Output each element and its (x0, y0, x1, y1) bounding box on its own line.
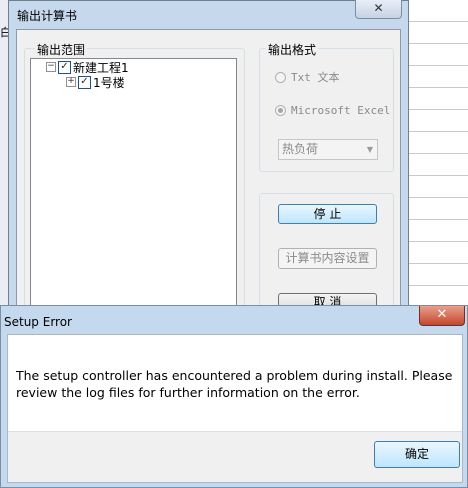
close-icon: ✕ (436, 307, 448, 322)
error-dialog-body: The setup controller has encountered a p… (7, 334, 463, 483)
radio-excel[interactable]: Microsoft Excel (275, 104, 390, 117)
tree-node-project[interactable]: − ✓ 新建工程1 (46, 60, 129, 75)
building-checkbox[interactable]: ✓ (78, 75, 91, 89)
radio-txt[interactable]: Txt 文本 (275, 69, 340, 85)
expand-icon[interactable]: + (66, 77, 76, 87)
load-type-select[interactable]: 热负荷 ▼ (278, 139, 378, 160)
error-message: The setup controller has encountered a p… (16, 368, 453, 400)
radio-button[interactable] (275, 71, 286, 83)
error-close-button[interactable]: ✕ (419, 306, 465, 326)
close-button[interactable]: ✕ (355, 0, 402, 19)
scope-tree[interactable]: − ✓ 新建工程1 + ✓ 1号楼 (30, 58, 237, 308)
tree-node-label: 1号楼 (93, 75, 125, 90)
radio-txt-label: Txt 文本 (291, 71, 340, 84)
collapse-icon[interactable]: − (46, 62, 56, 72)
radio-button[interactable] (275, 105, 286, 116)
select-value: 热负荷 (282, 142, 319, 156)
chevron-down-icon: ▼ (366, 145, 373, 154)
close-icon: ✕ (373, 1, 384, 15)
setup-error-dialog: Setup Error ✕ The setup controller has e… (0, 305, 468, 488)
report-settings-button[interactable]: 计算书内容设置 (278, 248, 377, 269)
project-checkbox[interactable]: ✓ (58, 60, 71, 74)
error-dialog-title: Setup Error (4, 315, 72, 329)
dialog-title: 输出计算书 (17, 9, 78, 23)
radio-excel-label: Microsoft Excel (291, 104, 391, 117)
output-format-label: 输出格式 (266, 41, 319, 58)
stop-button[interactable]: 停 止 (278, 204, 377, 224)
ok-button[interactable]: 确定 (374, 441, 460, 468)
error-dialog-footer: 确定 (8, 431, 462, 482)
output-scope-label: 输出范围 (35, 41, 88, 58)
tree-node-building[interactable]: + ✓ 1号楼 (66, 75, 125, 90)
